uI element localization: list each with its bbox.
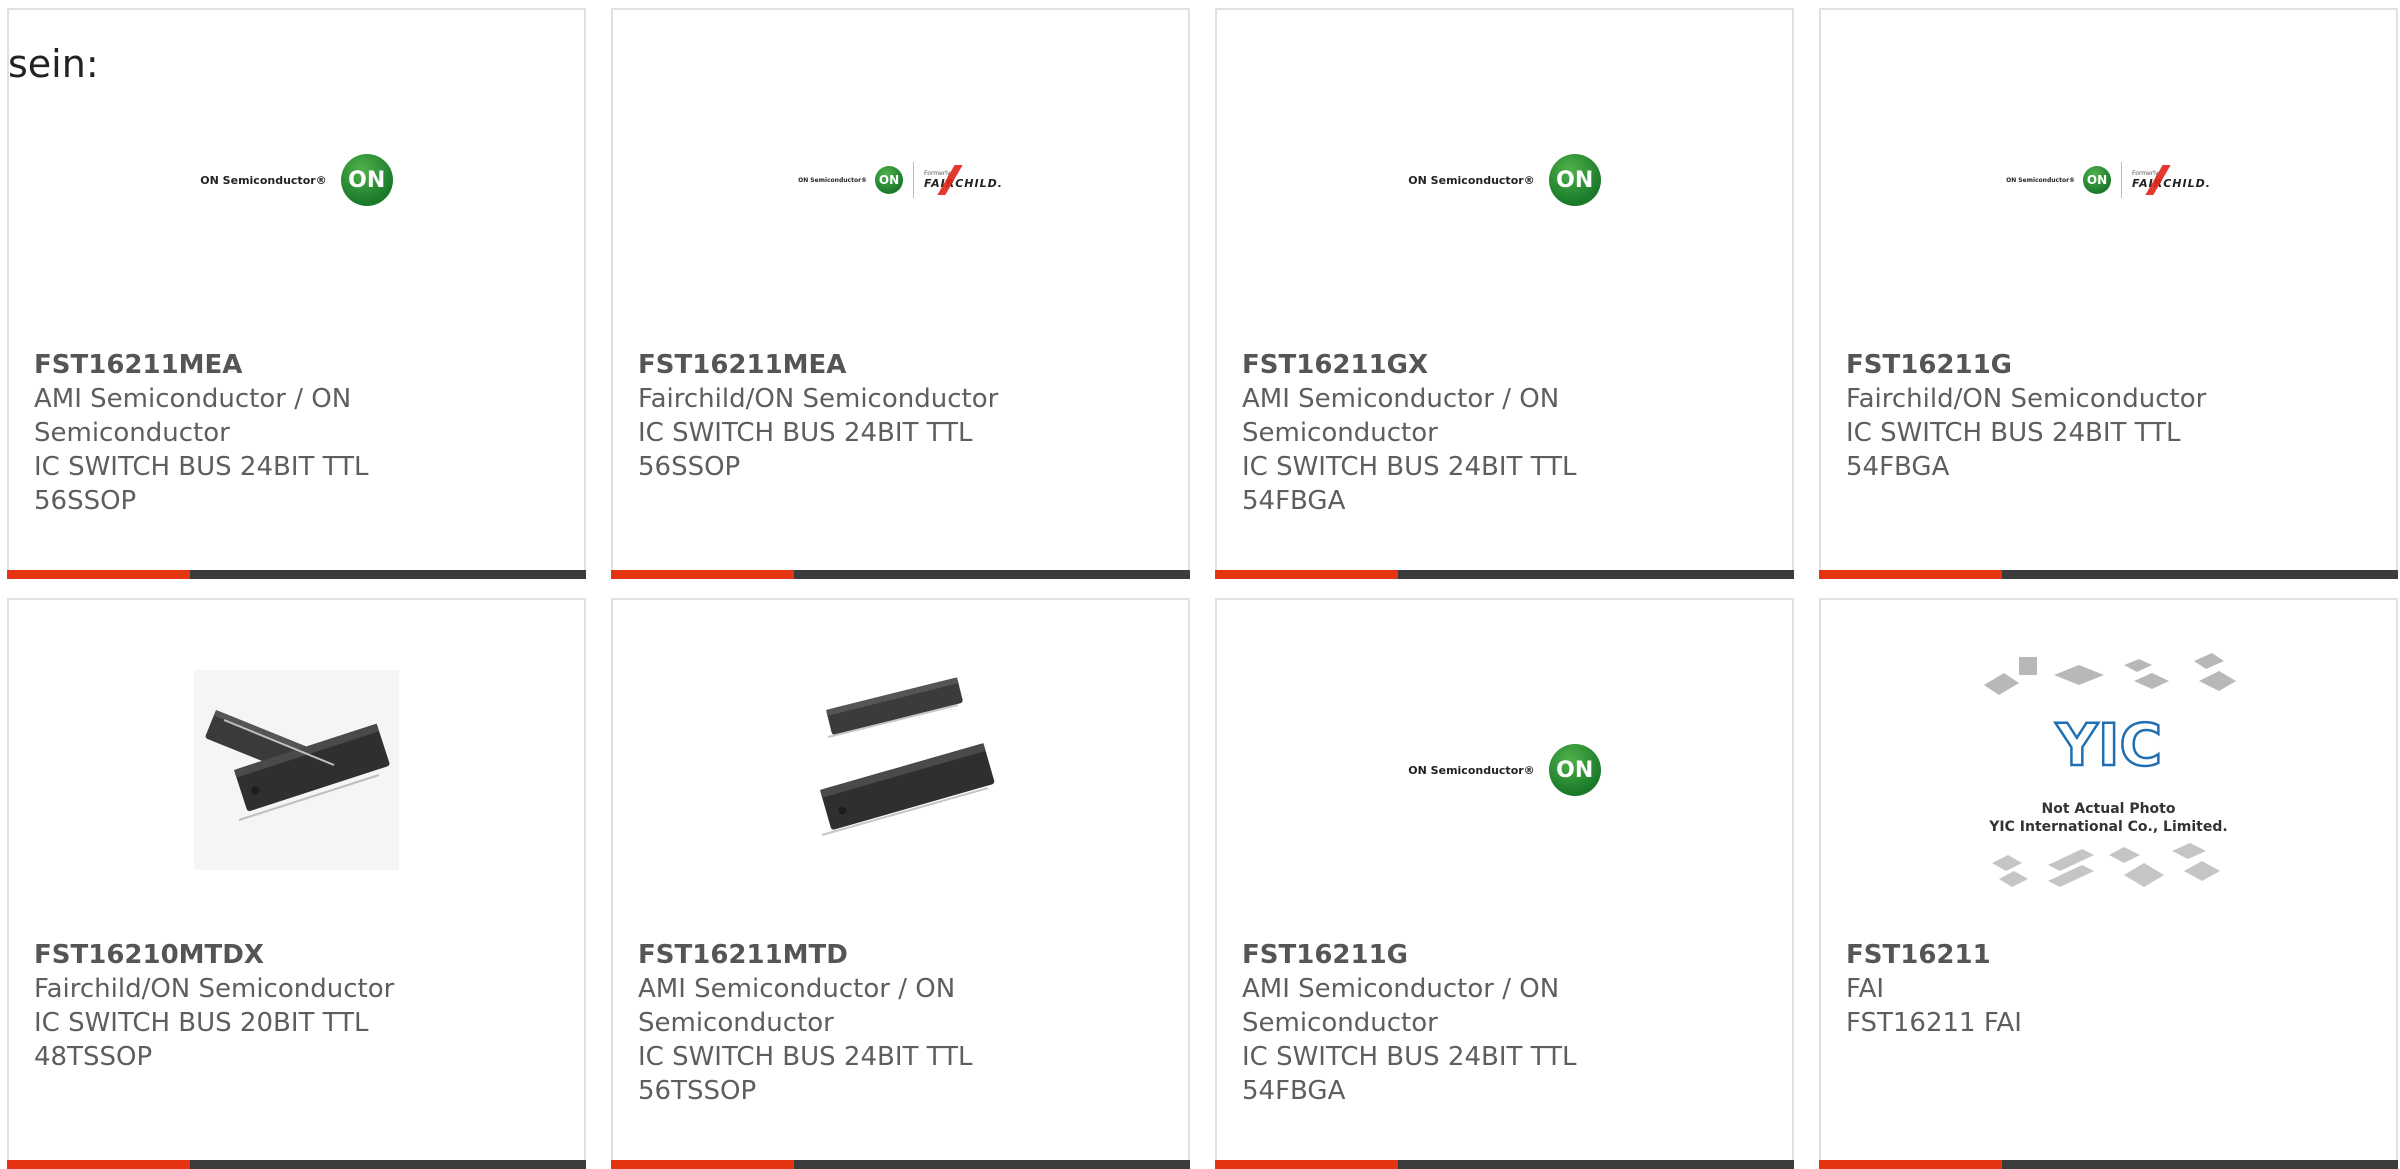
on-badge-icon: ON <box>875 166 904 194</box>
product-card[interactable]: ON Semiconductor® ON FST16211MEA AMI Sem… <box>7 8 586 579</box>
product-image[interactable]: ON Semiconductor® ON Formerly FAIRCHILD. <box>613 10 1188 350</box>
card-bottom-bar <box>7 1160 586 1169</box>
product-image[interactable] <box>613 600 1188 940</box>
product-image[interactable]: ON Semiconductor® ON <box>1217 10 1792 350</box>
product-image[interactable] <box>9 600 584 940</box>
part-number-link[interactable]: FST16211GX <box>1242 348 1772 382</box>
ic-package-photo <box>194 670 399 870</box>
part-number-link[interactable]: FST16211MEA <box>34 348 564 382</box>
manufacturer: Fairchild/ON Semiconductor <box>638 384 999 414</box>
part-number-link[interactable]: FST16211G <box>1242 938 1772 972</box>
on-wordmark: ON Semiconductor® <box>2006 176 2076 184</box>
part-number-link[interactable]: FST16211MTD <box>638 938 1168 972</box>
on-badge-icon: ON <box>2083 166 2112 194</box>
on-wordmark: ON Semiconductor® <box>798 176 868 184</box>
card-accent-bar <box>611 570 794 579</box>
card-accent-bar <box>1819 570 2002 579</box>
description: IC SWITCH BUS 24BIT TTL 56SSOP <box>638 418 973 482</box>
manufacturer: AMI Semiconductor / ON Semiconductor <box>1242 384 1560 448</box>
on-wordmark: ON Semiconductor® <box>1408 763 1535 777</box>
product-card[interactable]: FST16210MTDX Fairchild/ON Semiconductor … <box>7 598 586 1169</box>
fairchild-logo: Formerly FAIRCHILD. <box>924 165 1003 195</box>
on-badge-icon: ON <box>1548 744 1601 796</box>
intro-text: sein: <box>8 42 99 86</box>
description: FST16211 FAI <box>1846 1008 2022 1038</box>
yic-placeholder-image: YIC Not Actual Photo YIC International C… <box>1974 645 2244 895</box>
product-image[interactable]: ON Semiconductor® ON <box>1217 600 1792 940</box>
on-badge-icon: ON <box>1548 154 1601 206</box>
description: IC SWITCH BUS 24BIT TTL 54FBGA <box>1242 1042 1577 1106</box>
part-number-link[interactable]: FST16211G <box>1846 348 2376 382</box>
manufacturer: AMI Semiconductor / ON Semiconductor <box>638 974 956 1038</box>
product-card[interactable]: ON Semiconductor® ON FST16211G AMI Semic… <box>1215 598 1794 1169</box>
description: IC SWITCH BUS 24BIT TTL 54FBGA <box>1846 418 2181 482</box>
fairchild-logo: Formerly FAIRCHILD. <box>2132 165 2211 195</box>
product-card[interactable]: YIC Not Actual Photo YIC International C… <box>1819 598 2398 1169</box>
on-wordmark: ON Semiconductor® <box>1408 173 1535 187</box>
card-accent-bar <box>7 570 190 579</box>
product-card[interactable]: ON Semiconductor® ON Formerly FAIRCHILD.… <box>1819 8 2398 579</box>
yic-mark-icon: YIC <box>2054 711 2161 779</box>
product-image[interactable]: ON Semiconductor® ON Formerly FAIRCHILD. <box>1821 10 2396 350</box>
on-badge-icon: ON <box>340 154 393 206</box>
card-accent-bar <box>1215 570 1398 579</box>
description: IC SWITCH BUS 24BIT TTL 56TSSOP <box>638 1042 973 1106</box>
on-fairchild-logo: ON Semiconductor® ON Formerly FAIRCHILD. <box>2006 162 2211 198</box>
on-semiconductor-logo: ON Semiconductor® ON <box>1408 744 1601 796</box>
card-bottom-bar <box>7 570 586 579</box>
description: IC SWITCH BUS 20BIT TTL 48TSSOP <box>34 1008 369 1072</box>
card-bottom-bar <box>1819 1160 2398 1169</box>
card-accent-bar <box>1819 1160 2002 1169</box>
card-accent-bar <box>7 1160 190 1169</box>
description: IC SWITCH BUS 24BIT TTL 54FBGA <box>1242 452 1577 516</box>
on-semiconductor-logo: ON Semiconductor® ON <box>200 154 393 206</box>
manufacturer: Fairchild/ON Semiconductor <box>34 974 395 1004</box>
description: IC SWITCH BUS 24BIT TTL 56SSOP <box>34 452 369 516</box>
part-number-link[interactable]: FST16211MEA <box>638 348 1168 382</box>
manufacturer: AMI Semiconductor / ON Semiconductor <box>1242 974 1560 1038</box>
product-card[interactable]: ON Semiconductor® ON FST16211GX AMI Semi… <box>1215 8 1794 579</box>
card-bottom-bar <box>611 1160 1190 1169</box>
on-fairchild-logo: ON Semiconductor® ON Formerly FAIRCHILD. <box>798 162 1003 198</box>
card-bottom-bar <box>1215 570 1794 579</box>
card-bottom-bar <box>1819 570 2398 579</box>
card-bottom-bar <box>1215 1160 1794 1169</box>
card-accent-bar <box>611 1160 794 1169</box>
ic-package-photo <box>798 670 1003 870</box>
part-number-link[interactable]: FST16210MTDX <box>34 938 564 972</box>
product-card[interactable]: FST16211MTD AMI Semiconductor / ON Semic… <box>611 598 1190 1169</box>
on-semiconductor-logo: ON Semiconductor® ON <box>1408 154 1601 206</box>
manufacturer: AMI Semiconductor / ON Semiconductor <box>34 384 352 448</box>
part-number-link[interactable]: FST16211 <box>1846 938 2376 972</box>
manufacturer: Fairchild/ON Semiconductor <box>1846 384 2207 414</box>
card-bottom-bar <box>611 570 1190 579</box>
on-wordmark: ON Semiconductor® <box>200 173 327 187</box>
card-accent-bar <box>1215 1160 1398 1169</box>
product-card[interactable]: ON Semiconductor® ON Formerly FAIRCHILD.… <box>611 8 1190 579</box>
manufacturer: FAI <box>1846 974 1885 1004</box>
product-image[interactable]: YIC Not Actual Photo YIC International C… <box>1821 600 2396 940</box>
